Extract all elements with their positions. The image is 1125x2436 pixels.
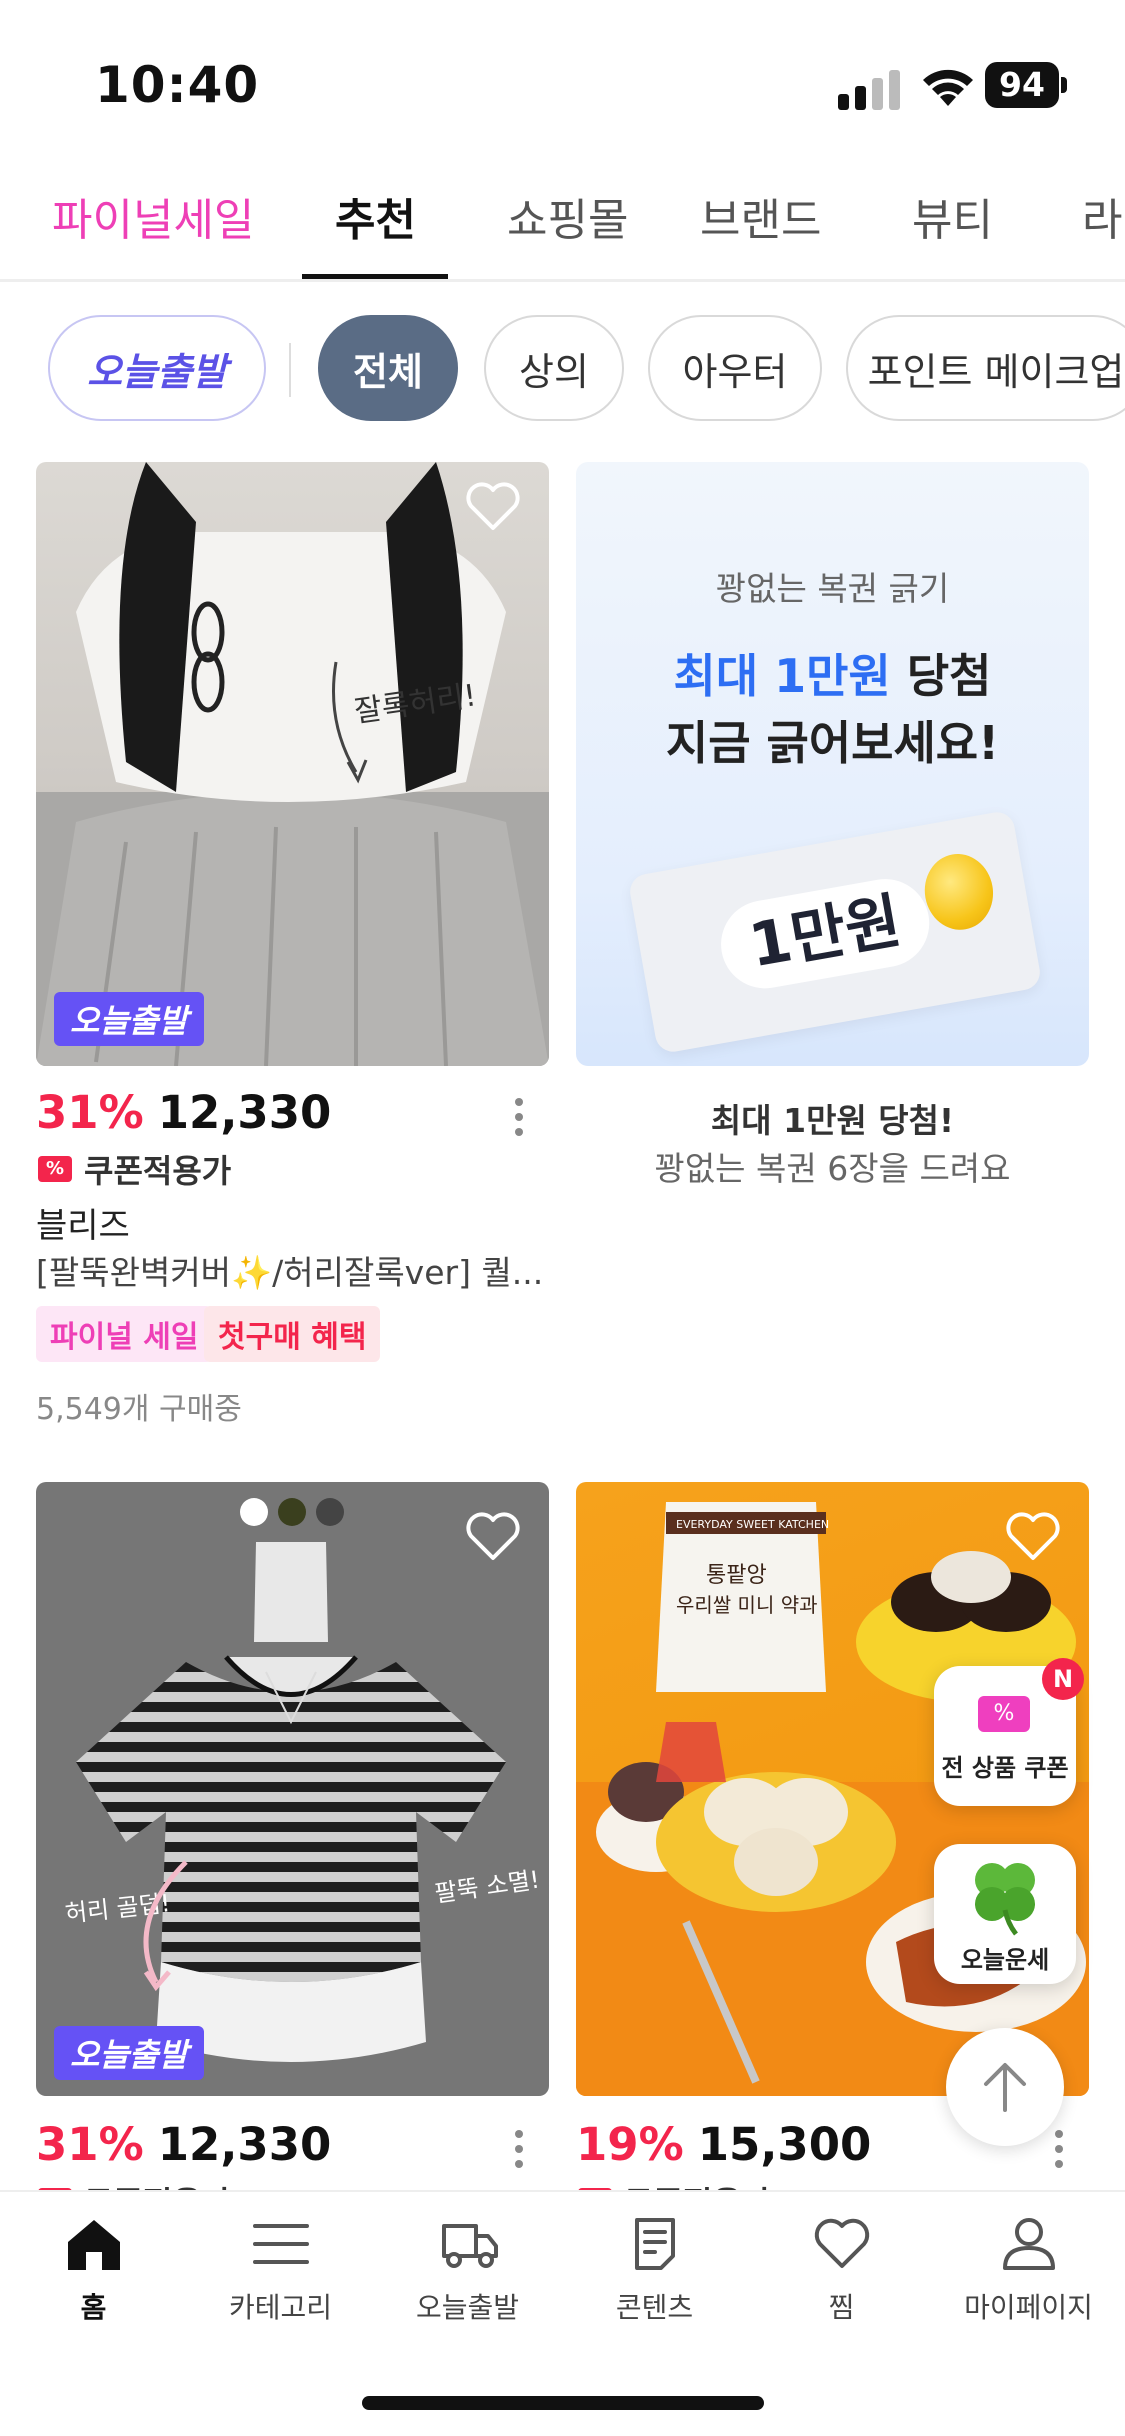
today-departure-badge: 오늘출발 bbox=[54, 992, 204, 1046]
person-icon bbox=[1002, 2218, 1055, 2270]
scroll-to-top-button[interactable] bbox=[946, 2028, 1064, 2146]
coupon-price-label: %쿠폰적용가 bbox=[38, 1146, 231, 1192]
home-indicator bbox=[362, 2396, 764, 2410]
nav-mypage[interactable]: 마이페이지 bbox=[935, 2216, 1122, 2326]
top-tab-bar: 파이널세일 추천 쇼핑몰 브랜드 뷰티 라 bbox=[0, 160, 1125, 282]
product-image[interactable]: 잘록허리! 오늘출발 bbox=[36, 462, 549, 1066]
wifi-icon bbox=[923, 69, 973, 106]
banner-headline: 최대 1만원 당첨 bbox=[673, 649, 992, 703]
more-options-icon[interactable] bbox=[509, 1094, 529, 1140]
chip-point-makeup[interactable]: 포인트 메이크업 bbox=[846, 315, 1125, 421]
banner-subtitle: 꽝없는 복권 긁기 bbox=[715, 569, 950, 608]
product-photo-striped-tee: 허리 골덥! 팔뚝 소멸! bbox=[64, 1542, 541, 2062]
nav-contents[interactable]: 콘텐츠 bbox=[561, 2216, 748, 2326]
nav-category[interactable]: 카테고리 bbox=[187, 2216, 374, 2326]
more-options-icon[interactable] bbox=[509, 2126, 529, 2172]
cellular-signal-icon bbox=[838, 70, 900, 110]
first-purchase-tag: 첫구매 혜택 bbox=[204, 1306, 381, 1362]
svg-text:EVERYDAY SWEET KATCHEN: EVERYDAY SWEET KATCHEN bbox=[676, 1518, 829, 1531]
nav-wishlist[interactable]: 찜 bbox=[748, 2216, 935, 2326]
arrow-up-icon bbox=[984, 2063, 1026, 2112]
menu-icon bbox=[252, 2224, 309, 2264]
tab-final-sale[interactable]: 파이널세일 bbox=[52, 184, 254, 248]
discount-rate: 31% bbox=[36, 1086, 144, 1139]
battery-icon: 94 bbox=[985, 62, 1067, 108]
chip-tops[interactable]: 상의 bbox=[484, 315, 624, 421]
coupon-icon: % bbox=[38, 1156, 72, 1182]
product-photo-top: 잘록허리! bbox=[36, 462, 549, 1066]
wishlist-heart-icon[interactable] bbox=[1005, 1512, 1061, 1562]
scratch-ticket-illustration: 1만원 bbox=[627, 809, 1043, 1055]
heart-icon bbox=[814, 2218, 869, 2268]
purchase-count: 5,549개 구매중 bbox=[36, 1392, 242, 1427]
coupon-icon: % bbox=[978, 1696, 1030, 1732]
banner-headline-2: 지금 긁어보세요! bbox=[665, 716, 1000, 770]
tab-recommended[interactable]: 추천 bbox=[335, 184, 416, 248]
active-tab-indicator bbox=[302, 274, 448, 279]
chip-outerwear[interactable]: 아우터 bbox=[648, 315, 822, 421]
banner-caption-sub: 꽝없는 복권 6장을 드려요 bbox=[654, 1149, 1011, 1188]
tab-beauty[interactable]: 뷰티 bbox=[912, 184, 993, 248]
home-icon bbox=[67, 2220, 120, 2270]
document-icon bbox=[634, 2218, 675, 2270]
tab-shopping-mall[interactable]: 쇼핑몰 bbox=[507, 184, 628, 248]
tab-brand[interactable]: 브랜드 bbox=[700, 184, 821, 248]
today-departure-badge: 오늘출발 bbox=[54, 2026, 204, 2080]
chip-today-departure[interactable]: 오늘출발 bbox=[48, 315, 266, 421]
filter-chip-bar: 오늘출발 전체 상의 아우터 포인트 메이크업 bbox=[0, 315, 1125, 427]
svg-text:우리쌀 미니 약과: 우리쌀 미니 약과 bbox=[676, 1593, 818, 1617]
price-row: 31% 12,330 bbox=[36, 2118, 332, 2171]
banner-caption: 최대 1만원 당첨! bbox=[710, 1101, 955, 1140]
gold-coin-icon bbox=[918, 848, 999, 936]
daily-fortune-button[interactable]: 오늘운세 bbox=[934, 1844, 1076, 1984]
nav-today-departure[interactable]: 오늘출발 bbox=[374, 2216, 561, 2326]
more-options-icon[interactable] bbox=[1049, 2126, 1069, 2172]
wishlist-heart-icon[interactable] bbox=[465, 482, 521, 532]
status-time: 10:40 bbox=[95, 56, 260, 114]
status-bar: 10:40 94 bbox=[0, 0, 1125, 160]
price-row: 31% 12,330 bbox=[36, 1086, 331, 1139]
chip-divider bbox=[289, 343, 291, 397]
product-image[interactable]: 허리 골덥! 팔뚝 소멸! 오늘출발 bbox=[36, 1482, 549, 2096]
svg-text:통팥앙: 통팥앙 bbox=[706, 1563, 767, 1588]
sale-price: 12,330 bbox=[157, 1086, 332, 1139]
final-sale-tag: 파이널 세일 bbox=[36, 1306, 213, 1362]
tab-more[interactable]: 라 bbox=[1082, 184, 1122, 248]
scratch-lottery-banner[interactable]: 꽝없는 복권 긁기 최대 1만원 당첨 지금 긁어보세요! 1만원 bbox=[576, 462, 1089, 1066]
truck-icon bbox=[441, 2224, 498, 2268]
product-name[interactable]: [팔뚝완벽커버✨/허리잘록ver] 퀄... bbox=[36, 1246, 556, 1294]
brand-name[interactable]: 블리즈 bbox=[36, 1198, 130, 1247]
chip-all[interactable]: 전체 bbox=[318, 315, 458, 421]
all-products-coupon-button[interactable]: % 전 상품 쿠폰 N bbox=[934, 1658, 1084, 1806]
color-swatches[interactable] bbox=[240, 1498, 344, 1528]
wishlist-heart-icon[interactable] bbox=[465, 1512, 521, 1562]
svg-text:팔뚝 소멸!: 팔뚝 소멸! bbox=[433, 1866, 541, 1908]
nav-home[interactable]: 홈 bbox=[0, 2216, 187, 2326]
price-row: 19% 15,300 bbox=[576, 2118, 872, 2171]
four-leaf-clover-icon bbox=[975, 1863, 1035, 1936]
new-badge: N bbox=[1042, 1658, 1084, 1700]
